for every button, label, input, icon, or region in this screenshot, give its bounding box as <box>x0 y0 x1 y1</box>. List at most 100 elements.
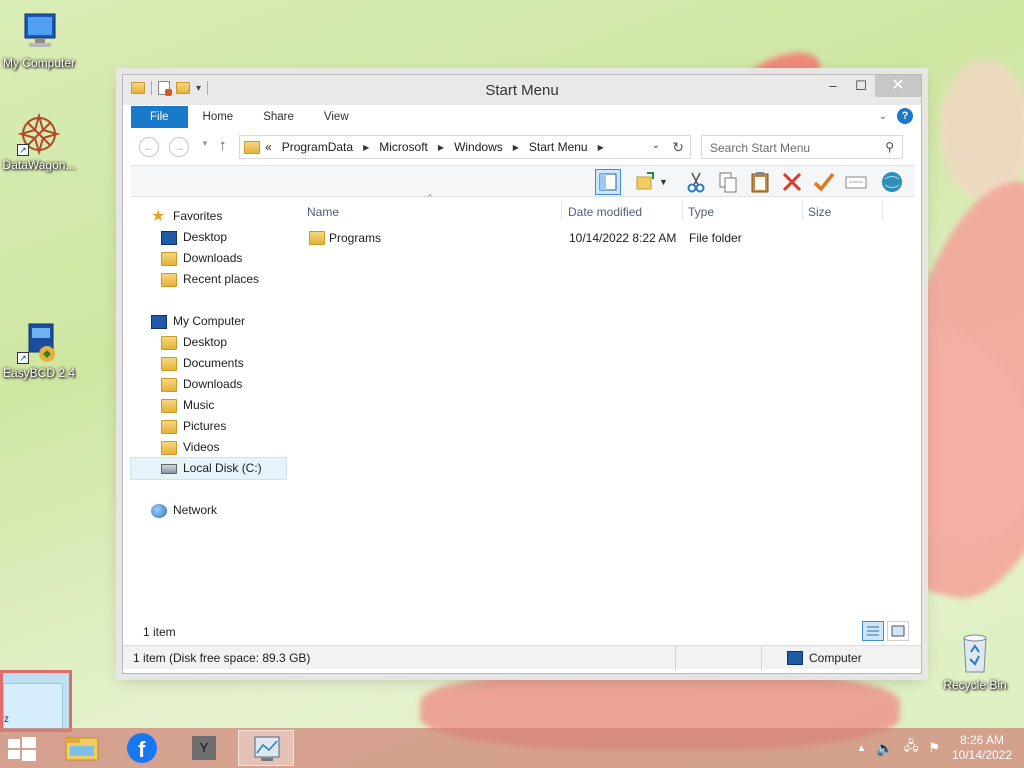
file-date: 10/14/2022 8:22 AM <box>569 231 677 245</box>
recent-locations-icon[interactable]: ▼ <box>201 139 209 148</box>
nav-label: Documents <box>183 356 244 370</box>
column-divider[interactable] <box>882 201 883 221</box>
window-controls: – ☐ ✕ <box>819 75 921 97</box>
nav-pc-downloads[interactable]: Downloads <box>161 374 242 395</box>
explorer-window[interactable]: ▾ Start Menu – ☐ ✕ File Home Share View … <box>122 74 922 674</box>
breadcrumb-arrow-icon[interactable]: ▶ <box>438 143 444 152</box>
network-status-icon[interactable]: 🖧 <box>904 737 919 759</box>
preview-pane-button[interactable] <box>595 169 621 195</box>
search-input[interactable]: Search Start Menu ⚲ <box>701 135 903 159</box>
clock-time: 8:26 AM <box>959 733 1005 747</box>
clock[interactable]: 8:26 AM 10/14/2022 <box>950 733 1014 763</box>
nav-fav-recent-places[interactable]: Recent places <box>161 269 259 290</box>
ribbon-right-controls: ⌄ ? <box>879 108 913 124</box>
paste-button[interactable] <box>747 169 773 195</box>
column-header-size[interactable]: Size <box>802 201 882 223</box>
clock-date: 10/14/2022 <box>951 748 1013 762</box>
cut-button[interactable] <box>683 169 709 195</box>
breadcrumb-arrow-icon[interactable]: ▶ <box>513 143 519 152</box>
nav-fav-downloads[interactable]: Downloads <box>161 248 242 269</box>
breadcrumb-start-menu[interactable]: Start Menu <box>529 140 588 154</box>
properties-button[interactable] <box>843 169 869 195</box>
forward-button[interactable]: → <box>169 137 189 157</box>
system-tray: ▲ 🔈 🖧 ⚑ 8:26 AM 10/14/2022 <box>857 728 1015 768</box>
properties-icon <box>845 176 867 189</box>
start-button[interactable] <box>8 737 38 761</box>
maximize-button[interactable]: ☐ <box>847 75 875 97</box>
show-hidden-icons-icon[interactable]: ▲ <box>857 743 867 754</box>
internet-button[interactable] <box>879 169 905 195</box>
tab-share[interactable]: Share <box>248 106 309 128</box>
nav-favorites[interactable]: ★ Favorites <box>151 206 222 227</box>
nav-my-computer[interactable]: My Computer <box>151 311 245 332</box>
nav-fav-desktop[interactable]: Desktop <box>161 227 227 248</box>
desktop-icon-my-computer[interactable]: My Computer <box>0 10 81 70</box>
nav-pc-documents[interactable]: Documents <box>161 353 244 374</box>
taskbar-active-window[interactable] <box>238 730 294 766</box>
rename-button[interactable] <box>811 169 837 195</box>
tab-home[interactable]: Home <box>188 106 249 128</box>
address-bar[interactable]: « ProgramData ▶ Microsoft ▶ Windows ▶ St… <box>239 135 691 159</box>
nav-pc-pictures[interactable]: Pictures <box>161 416 226 437</box>
taskbar-facebook[interactable]: f <box>114 730 170 766</box>
column-header-date-modified[interactable]: Date modified <box>562 201 682 223</box>
globe-icon <box>882 172 902 192</box>
delete-icon <box>782 172 802 192</box>
nav-pc-desktop[interactable]: Desktop <box>161 332 227 353</box>
desktop-icon-recycle-bin[interactable]: Recycle Bin <box>933 632 1017 692</box>
column-header-name[interactable]: Name <box>301 201 561 223</box>
desktop-icon-easybcd[interactable]: ↗ EasyBCD 2.4 <box>0 320 81 380</box>
breadcrumb-programdata[interactable]: ProgramData <box>282 140 353 154</box>
breadcrumb-overflow[interactable]: « <box>265 140 272 154</box>
action-center-flag-icon[interactable]: ⚑ <box>928 740 940 756</box>
nav-local-disk[interactable]: Local Disk (C:) <box>130 457 287 480</box>
nav-pc-music[interactable]: Music <box>161 395 214 416</box>
search-icon[interactable]: ⚲ <box>885 140 894 154</box>
clipboard-icon <box>751 172 769 193</box>
nav-network[interactable]: Network <box>151 500 217 521</box>
breadcrumb-arrow-icon[interactable]: ▶ <box>598 143 604 152</box>
refresh-icon[interactable]: ↻ <box>672 139 684 156</box>
close-button[interactable]: ✕ <box>875 75 921 97</box>
title-bar[interactable]: ▾ Start Menu – ☐ ✕ <box>123 75 921 105</box>
copy-button[interactable] <box>715 169 741 195</box>
desktop-icon-datawagon[interactable]: ↗ DataWagon... <box>0 112 81 172</box>
breadcrumb-windows[interactable]: Windows <box>454 140 503 154</box>
windows-logo-pane <box>22 750 36 761</box>
select-folder-button[interactable] <box>633 169 659 195</box>
tab-file[interactable]: File <box>131 106 188 128</box>
up-button[interactable]: ↑ <box>219 137 227 154</box>
folder-icon <box>244 140 260 154</box>
status-location: Computer <box>787 651 862 665</box>
nav-label: Videos <box>183 440 220 454</box>
nav-label: Network <box>173 503 218 517</box>
help-icon[interactable]: ? <box>897 108 913 124</box>
computer-icon <box>787 651 803 665</box>
delete-button[interactable] <box>779 169 805 195</box>
tab-view[interactable]: View <box>309 106 364 128</box>
column-header-type[interactable]: Type <box>682 201 802 223</box>
file-name: Programs <box>329 231 382 245</box>
taskbar-y-app[interactable]: Y <box>176 730 232 766</box>
large-icons-view-button[interactable] <box>887 621 909 641</box>
desktop-icon-label: My Computer <box>2 56 76 70</box>
taskbar-file-explorer[interactable] <box>54 730 110 766</box>
background-window[interactable]: z <box>0 670 72 732</box>
file-row[interactable]: Programs 10/14/2022 8:22 AM File folder <box>301 227 907 249</box>
details-view-button[interactable] <box>862 621 884 641</box>
nav-pc-videos[interactable]: Videos <box>161 437 219 458</box>
expand-ribbon-icon[interactable]: ⌄ <box>879 111 887 122</box>
nav-label: Downloads <box>183 251 243 265</box>
music-folder-icon <box>161 398 177 413</box>
breadcrumb-microsoft[interactable]: Microsoft <box>379 140 428 154</box>
datawagon-icon: ↗ <box>17 112 61 156</box>
nav-label: Favorites <box>173 209 223 223</box>
breadcrumb-arrow-icon[interactable]: ▶ <box>363 143 369 152</box>
nav-label: Desktop <box>183 230 228 244</box>
downloads-folder-icon <box>161 377 177 392</box>
address-dropdown-icon[interactable]: ⌄ <box>652 140 660 151</box>
back-button[interactable]: ← <box>139 137 159 157</box>
minimize-button[interactable]: – <box>819 75 847 97</box>
volume-muted-icon[interactable]: 🔈 <box>876 740 893 757</box>
select-dropdown-icon[interactable]: ▼ <box>659 169 671 195</box>
